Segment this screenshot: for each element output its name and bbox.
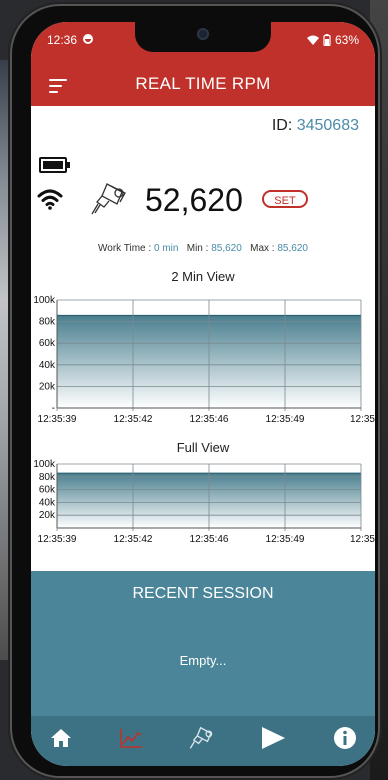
work-time-value: 0 min	[153, 243, 179, 254]
x-tick-label: 12:35:39	[38, 534, 77, 545]
x-tick-label: 12:35:49	[266, 534, 305, 545]
bottom-nav	[31, 716, 375, 766]
stats-row: Work Time : 0 min Min : 85,620 Max : 85,…	[31, 243, 375, 254]
camera-icon	[197, 28, 209, 40]
y-tick-label: 40k	[39, 497, 56, 508]
notification-icon	[83, 34, 93, 44]
x-tick-label: 12:35:42	[114, 534, 153, 545]
y-tick-label: -	[52, 403, 55, 414]
x-tick-label: 12:35	[350, 414, 375, 425]
camera-notch	[135, 22, 271, 52]
status-time: 12:36	[47, 33, 78, 47]
y-tick-label: 100k	[33, 295, 56, 306]
wifi-status-icon	[306, 35, 319, 45]
device-id-label: ID:	[271, 117, 297, 134]
set-button[interactable]: SET	[262, 190, 308, 208]
status-right: 63%	[306, 33, 359, 47]
recent-session-panel: RECENT SESSION Empty...	[31, 571, 375, 716]
y-tick-label: 20k	[39, 510, 56, 521]
max-label: Max :	[250, 243, 278, 254]
max-value: 85,620	[277, 243, 308, 254]
work-time-label: Work Time :	[98, 243, 154, 254]
spindle-nav-icon[interactable]	[188, 724, 216, 752]
min-label: Min :	[186, 243, 212, 254]
battery-icon	[39, 157, 70, 173]
home-icon[interactable]	[47, 724, 75, 752]
app-screen: 12:36 63% REAL TIME RPM ID: 3450683 52,6…	[31, 22, 375, 766]
x-tick-label: 12:35:46	[190, 534, 229, 545]
battery-percent: 63%	[334, 33, 359, 47]
device-id-value: 3450683	[296, 117, 359, 134]
spindle-icon	[91, 183, 126, 215]
x-tick-label: 12:35:46	[190, 414, 229, 425]
x-tick-label: 12:35:39	[38, 414, 77, 425]
chart-title-full: Full View	[176, 440, 230, 455]
battery-status-icon	[323, 34, 331, 46]
info-icon[interactable]	[331, 724, 359, 752]
y-tick-label: 80k	[39, 317, 56, 328]
chart-title-2min: 2 Min View	[171, 269, 235, 284]
recent-session-empty: Empty...	[179, 653, 227, 668]
y-tick-label: 40k	[39, 360, 56, 371]
y-tick-label: 80k	[39, 472, 56, 483]
chart-2min: 100k 80k 60k 40k 20k -12:35:39 12:35:42 12:35:4…	[33, 295, 375, 425]
min-value: 85,620	[211, 243, 242, 254]
chart-full: 100k 80k 60k40k 20k 12:35:39 12:35:42 12:35:46…	[33, 459, 375, 545]
x-tick-label: 12:35:42	[114, 414, 153, 425]
y-tick-label: 20k	[39, 381, 56, 392]
wifi-icon	[37, 189, 63, 210]
page-title: REAL TIME RPM	[135, 74, 271, 93]
y-tick-label: 100k	[33, 459, 56, 470]
play-icon[interactable]	[259, 724, 287, 752]
chart-icon[interactable]	[117, 724, 145, 752]
recent-session-title: RECENT SESSION	[132, 585, 274, 602]
x-tick-label: 12:35:49	[266, 414, 305, 425]
y-tick-label: 60k	[39, 338, 56, 349]
x-tick-label: 12:35	[350, 534, 375, 545]
y-tick-label: 60k	[39, 485, 56, 496]
device-id: ID: 3450683	[272, 117, 359, 135]
rpm-value: 52,620	[145, 182, 243, 218]
